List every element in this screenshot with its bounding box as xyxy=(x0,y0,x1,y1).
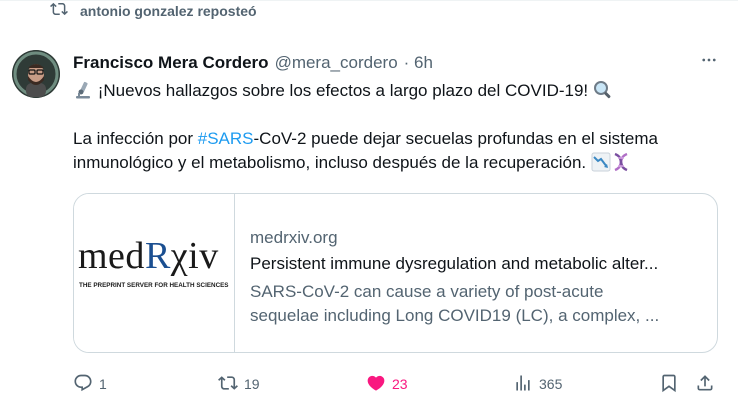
views-button[interactable]: 365 xyxy=(513,370,562,398)
like-count: 23 xyxy=(392,376,408,392)
card-desc-line-1: SARS-CoV-2 can cause a variety of post-a… xyxy=(250,282,604,301)
hashtag-link[interactable]: #SARS xyxy=(198,129,254,148)
card-thumbnail: medRχiv THE PREPRINT SERVER FOR HEALTH S… xyxy=(74,194,235,352)
card-domain: medrxiv.org xyxy=(250,228,338,247)
like-button[interactable]: 23 xyxy=(366,370,408,398)
tweet-text-line-2: La infección por #SARS-CoV-2 puede dejar… xyxy=(73,127,713,151)
more-options-button[interactable] xyxy=(695,51,723,73)
bookmark-icon xyxy=(659,373,679,396)
tweet-text-line-3: inmunológico y el metabolismo, incluso d… xyxy=(73,151,713,175)
medrxiv-logo: medRχiv xyxy=(78,235,219,277)
logo-subtitle: THE PREPRINT SERVER FOR HEALTH SCIENCES xyxy=(79,282,229,289)
avatar[interactable] xyxy=(12,50,60,98)
tweet-line-2-prefix: La infección por xyxy=(73,129,198,148)
repost-icon xyxy=(50,0,68,23)
repost-button[interactable]: 19 xyxy=(218,370,260,398)
repost-count: 19 xyxy=(244,376,260,392)
repost-action-icon xyxy=(218,373,238,396)
tweet-text-line-1: ¡Nuevos hallazgos sobre los efectos a la… xyxy=(73,79,713,103)
tweet-time[interactable]: · 6h xyxy=(404,53,433,73)
dna-emoji xyxy=(611,152,631,172)
action-bar: 1 19 23 365 xyxy=(73,370,723,398)
share-button[interactable] xyxy=(695,370,715,398)
reply-icon xyxy=(73,373,93,396)
repost-context[interactable]: antonio gonzalez reposteó xyxy=(50,0,257,22)
tweet-line-2-suffix: -CoV-2 puede dejar secuelas profundas en… xyxy=(253,129,658,148)
more-dots-icon xyxy=(700,51,718,74)
card-description: SARS-CoV-2 can cause a variety of post-a… xyxy=(250,280,700,328)
repost-label: antonio gonzalez reposteó xyxy=(80,3,257,19)
views-chart-icon xyxy=(513,373,533,396)
reply-button[interactable]: 1 xyxy=(73,370,107,398)
microscope-emoji xyxy=(73,80,93,100)
magnifier-emoji xyxy=(593,80,613,100)
tweet-line-1-text: ¡Nuevos hallazgos sobre los efectos a la… xyxy=(93,81,593,100)
heart-filled-icon xyxy=(366,373,386,396)
chart-decreasing-emoji xyxy=(591,152,611,172)
author-name[interactable]: Francisco Mera Cordero xyxy=(73,53,269,73)
card-desc-line-2: sequelae including Long COVID19 (LC), a … xyxy=(250,306,660,325)
tweet-line-3-text: inmunológico y el metabolismo, incluso d… xyxy=(73,153,591,172)
link-preview-card[interactable]: medRχiv THE PREPRINT SERVER FOR HEALTH S… xyxy=(73,193,718,353)
card-title: Persistent immune dysregulation and meta… xyxy=(250,254,659,273)
tweet-header: Francisco Mera Cordero @mera_cordero · 6… xyxy=(73,52,433,74)
bookmark-button[interactable] xyxy=(659,370,679,398)
share-icon xyxy=(695,373,715,396)
reply-count: 1 xyxy=(99,376,107,392)
views-count: 365 xyxy=(539,376,563,392)
author-handle[interactable]: @mera_cordero xyxy=(275,53,398,73)
